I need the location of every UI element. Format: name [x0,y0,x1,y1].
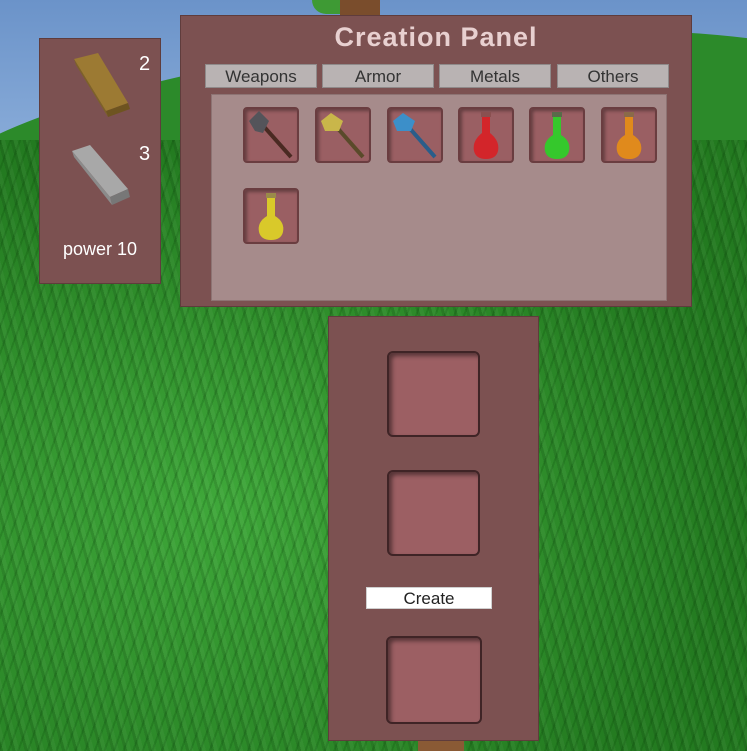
gold-axe-icon[interactable] [315,107,371,163]
power-label: power 10 [62,239,138,259]
tab-metals[interactable]: Metals [439,64,551,88]
ingredient-slot-2[interactable] [387,470,480,556]
tab-others[interactable]: Others [557,64,669,88]
red-potion-icon[interactable] [458,107,514,163]
stone-slab-count: 3 [139,143,151,165]
ingredient-slot-1[interactable] [387,351,480,437]
creation-panel-title: Creation Panel [334,22,538,52]
result-slot[interactable] [386,636,482,724]
creation-items-grid [211,94,667,301]
create-button[interactable]: Create [366,587,492,609]
tab-weapons[interactable]: Weapons [205,64,317,88]
yellow-potion-icon[interactable] [243,188,299,244]
tab-armor[interactable]: Armor [322,64,434,88]
stone-slab-icon[interactable] [70,143,132,214]
wood-plank-icon[interactable] [70,51,132,124]
orange-potion-icon[interactable] [601,107,657,163]
inventory-panel: 2 3 power 10 [39,38,161,284]
blue-axe-icon[interactable] [387,107,443,163]
green-potion-icon[interactable] [529,107,585,163]
crafting-panel: Create [328,316,539,741]
wood-plank-count: 2 [139,53,151,75]
creation-panel: Creation Panel Weapons Armor Metals Othe… [180,15,692,307]
dark-axe-icon[interactable] [243,107,299,163]
